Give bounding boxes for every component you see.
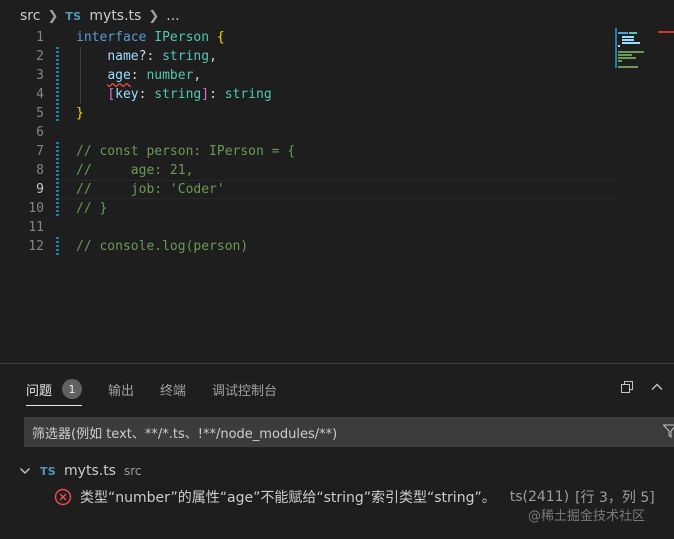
brace-token: }: [76, 106, 84, 121]
tab-terminal-label: 终端: [160, 383, 187, 399]
problem-file-name: myts.ts: [64, 463, 116, 479]
bottom-panel: 问题 1 输出 终端 调试控制台 筛选器(例如 text、**/*.ts、!**…: [0, 364, 674, 539]
problems-count-badge: 1: [62, 379, 83, 399]
property-token: key: [115, 87, 139, 102]
code-line-10: // }: [76, 201, 108, 216]
line-number: 8: [36, 163, 44, 178]
line-number: 10: [28, 201, 44, 216]
code-lines[interactable]: interface IPerson { name?: string, age: …: [76, 28, 295, 256]
line-number: 6: [36, 125, 44, 140]
brace-token: {: [216, 30, 225, 45]
watermark: @稀土掘金技术社区: [528, 509, 646, 524]
breadcrumb-file[interactable]: myts.ts: [89, 8, 141, 24]
type-token: number: [146, 68, 194, 83]
code-line-9: // job: 'Coder': [76, 182, 225, 197]
modified-lines-marker[interactable]: [56, 142, 59, 218]
problem-source: ts(2411): [509, 489, 570, 505]
line-number-active: 9: [36, 182, 44, 197]
code-line-12: // console.log(person): [76, 239, 249, 254]
filter-icon[interactable]: [663, 424, 674, 438]
breadcrumb-folder[interactable]: src: [20, 8, 40, 24]
code-line-1: interface IPerson {: [76, 28, 295, 47]
line-number: 4: [36, 87, 44, 102]
error-icon: [54, 488, 72, 506]
breadcrumb-symbols[interactable]: ...: [166, 8, 179, 24]
tab-debug-console-label: 调试控制台: [212, 383, 278, 399]
problems-filter-input[interactable]: 筛选器(例如 text、**/*.ts、!**/node_modules/**): [24, 417, 674, 447]
panel-actions: [606, 378, 666, 396]
code-line-7: // const person: IPerson = {: [76, 144, 296, 159]
keyword-token: interface: [76, 30, 147, 45]
modified-lines-marker[interactable]: [56, 47, 59, 123]
chevron-up-icon[interactable]: [648, 378, 666, 396]
line-number: 3: [36, 68, 44, 83]
line-number: 5: [36, 106, 44, 121]
problem-location: [行 3，列 5]: [575, 490, 655, 506]
problem-file-group[interactable]: TS myts.ts src: [18, 461, 142, 481]
modified-lines-marker[interactable]: [56, 237, 59, 256]
property-token: name: [107, 49, 139, 64]
type-token: IPerson: [154, 30, 210, 45]
tab-problems[interactable]: 问题 1: [26, 374, 83, 406]
tab-output[interactable]: 输出: [108, 374, 134, 404]
tab-debug-console[interactable]: 调试控制台: [212, 374, 277, 404]
code-line-3: age: number,: [107, 68, 202, 83]
code-line-5: }: [76, 104, 295, 123]
problem-message: 类型“number”的属性“age”不能赋给“string”索引类型“strin…: [80, 490, 496, 506]
panel-tabs: 问题 1 输出 终端 调试控制台: [26, 374, 303, 406]
line-number-gutter: 1 2 3 4 5 6 7 8 9 10 11 12: [0, 28, 50, 256]
line-number: 2: [36, 49, 44, 64]
filter-placeholder: 筛选器(例如 text、**/*.ts、!**/node_modules/**): [32, 426, 338, 442]
line-number: 11: [28, 220, 44, 235]
tab-terminal[interactable]: 终端: [160, 374, 186, 404]
tab-problems-label: 问题: [26, 383, 53, 399]
maximize-panel-icon[interactable]: [618, 378, 636, 396]
error-squiggle-token: age: [107, 68, 131, 83]
line-number: 1: [36, 30, 44, 45]
code-line-2: name?: string,: [107, 49, 217, 64]
type-token: string: [162, 49, 210, 64]
code-line-8: // age: 21,: [76, 163, 194, 178]
ts-file-icon: TS: [40, 464, 57, 478]
line-number: 7: [36, 144, 44, 159]
minimap[interactable]: [614, 28, 674, 88]
type-token: string: [154, 87, 202, 102]
tab-output-label: 输出: [108, 383, 135, 399]
chevron-right-icon: ❯: [47, 8, 59, 24]
type-token: string: [224, 87, 272, 102]
problem-file-dir: src: [123, 464, 142, 478]
line-number: 12: [28, 239, 44, 254]
code-line-4: [key: string]: string: [107, 87, 272, 102]
ts-file-icon: TS: [65, 9, 82, 23]
code-editor[interactable]: 1 2 3 4 5 6 7 8 9 10 11 12 interface IPe…: [0, 28, 674, 363]
chevron-down-icon[interactable]: [18, 464, 32, 478]
chevron-right-icon: ❯: [148, 8, 160, 24]
